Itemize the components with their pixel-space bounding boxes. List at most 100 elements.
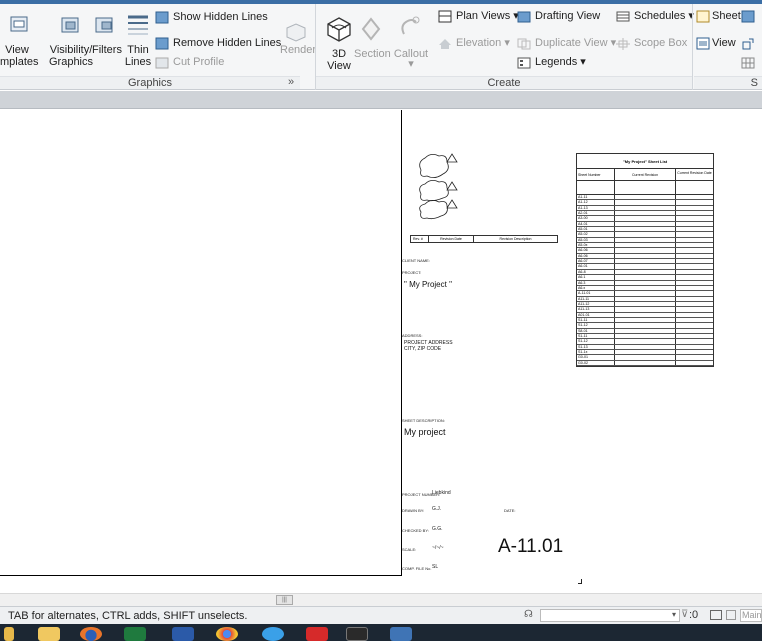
current-revision-date-cell [676,281,713,285]
sheet-number-cell: S8-01 [577,328,615,333]
sheet-number-cell: S1-13 [577,344,615,349]
sheet-number-cell: S1-1x [577,349,615,355]
duplicate-view-button[interactable]: Duplicate View ▾ [535,36,616,50]
revit-icon[interactable] [390,627,412,641]
visibility-graphics-button[interactable]: Visibility/ Graphics [46,44,96,68]
section-button[interactable]: Section [354,48,391,60]
scrollbar-thumb[interactable]: ||| [276,595,293,605]
create-panel-label: Create [316,76,692,89]
view-button[interactable]: View [712,36,736,50]
plan-views-label: Plan Views [456,10,511,22]
guide-grid-icon [741,56,755,69]
revision-date-col-header: Revision Date [429,236,474,242]
3d-label: 3D [331,48,347,60]
project-number: Liebkind [432,490,451,496]
kindle-icon[interactable] [346,627,368,641]
sheet-number-cell: A11-11 [577,296,615,301]
remove-hidden-lines-button[interactable]: Remove Hidden Lines [173,36,281,50]
current-revision-date-col-header: Current Revision Date [677,171,712,175]
current-revision-date-cell [676,238,713,242]
render-button[interactable]: Render [280,44,316,56]
legends-label: Legends [535,56,578,68]
editable-only-icon[interactable] [726,610,736,620]
view-templates-label: View [5,44,29,56]
current-revision-cell [615,355,676,360]
thin-lines-button[interactable]: Thin Lines [123,44,153,68]
legends-button[interactable]: Legends ▾ [535,55,586,69]
view-templates-button[interactable]: View mplates [0,44,39,68]
drafting-view-button[interactable]: Drafting View [535,9,600,23]
word-icon[interactable] [172,627,194,641]
filter-icon[interactable]: ⊽ [681,609,688,620]
sheet-number-cell: G0-02 [577,360,615,365]
current-revision-cell [615,328,676,333]
workset-dropdown[interactable]: ▾ [540,609,680,622]
status-hint: TAB for alternates, CTRL adds, SHIFT uns… [8,610,248,622]
cut-profile-button[interactable]: Cut Profile [173,55,224,69]
chrome-icon[interactable] [216,627,238,641]
plan-views-button[interactable]: Plan Views ▾ [456,9,519,23]
rev-col-header: Rev. # [411,236,429,242]
project-address-line-2: CITY, ZIP CODE [404,346,442,352]
filters-icon [92,14,116,36]
design-options-icon[interactable] [710,610,722,620]
ribbon-tab-strip[interactable] [0,0,762,4]
sheet-number-cell: S1-12 [577,323,615,328]
current-revision-cell [615,259,676,264]
sheet-list-row: G0-02 [577,360,713,366]
current-revision-date-cell [676,286,713,290]
current-revision-cell [615,360,676,365]
schedules-button[interactable]: Schedules ▾ [634,9,694,23]
worksharing-icon[interactable]: ☊ [524,609,538,621]
current-revision-date-cell [676,323,713,327]
scale-label: SCALE: [402,547,417,552]
sheet-number-col-header: Sheet Number [577,169,615,180]
acrobat-icon[interactable] [306,627,328,641]
checked-by-label: CHECKED BY: [402,528,429,533]
sheet-number-cell: G0-01 [577,355,615,360]
ie-icon[interactable] [262,627,284,641]
show-hidden-lines-button[interactable]: Show Hidden Lines [173,10,268,24]
revision-icon [741,37,755,50]
graphics-panel-expand-button[interactable]: » [288,76,294,88]
current-revision-date-cell [676,222,713,226]
schedules-icon [616,10,630,23]
current-revision-cell [615,237,676,243]
sheet-icon [696,10,710,23]
sheet-button[interactable]: Sheet [712,9,741,23]
current-revision-date-cell [676,243,713,247]
sheet-number-cell: A6.x [577,285,615,291]
filters-button[interactable]: Filters [92,44,122,56]
sheet-number-cell: A1-13 [577,205,615,211]
horizontal-scrollbar[interactable]: ||| [0,593,762,606]
3d-view-button[interactable]: 3D View [322,48,356,72]
excel-icon[interactable] [124,627,146,641]
current-revision-cell [615,333,676,339]
elevation-icon [438,37,452,49]
sheet-number-cell: A5-02 [577,232,615,237]
sheet-number-cell: S1-11 [577,317,615,323]
sheet-number-cell: A4-01 [577,221,615,227]
current-revision-date-cell [676,270,713,274]
main-model-field[interactable]: Main [740,609,762,622]
scope-box-button[interactable]: Scope Box [634,36,687,50]
current-revision-cell [615,317,676,323]
current-revision-date-cell [676,211,713,215]
current-revision-date-cell [676,264,713,268]
sheet-number-cell: A6-07 [577,259,615,264]
sheet-list-schedule[interactable]: "My Project" Sheet List Sheet Number Cur… [576,153,714,367]
elevation-button[interactable]: Elevation ▾ [456,36,510,50]
file-explorer-icon[interactable] [38,627,60,641]
client-name-label: CLIENT NAME: [402,258,430,263]
sheet-number-cell: A-11.01 [577,291,615,296]
view-templates-label-2: mplates [0,56,39,68]
current-revision-cell [615,264,676,269]
current-revision-cell [615,216,676,221]
firefox-icon[interactable] [80,627,102,641]
current-revision-date-cell [676,318,713,322]
current-revision-date-cell [676,200,713,204]
callout-dropdown[interactable]: ▾ [405,58,417,70]
file-explorer-icon[interactable] [4,627,14,641]
3d-view-icon [326,16,352,42]
current-revision-date-cell [676,275,713,279]
